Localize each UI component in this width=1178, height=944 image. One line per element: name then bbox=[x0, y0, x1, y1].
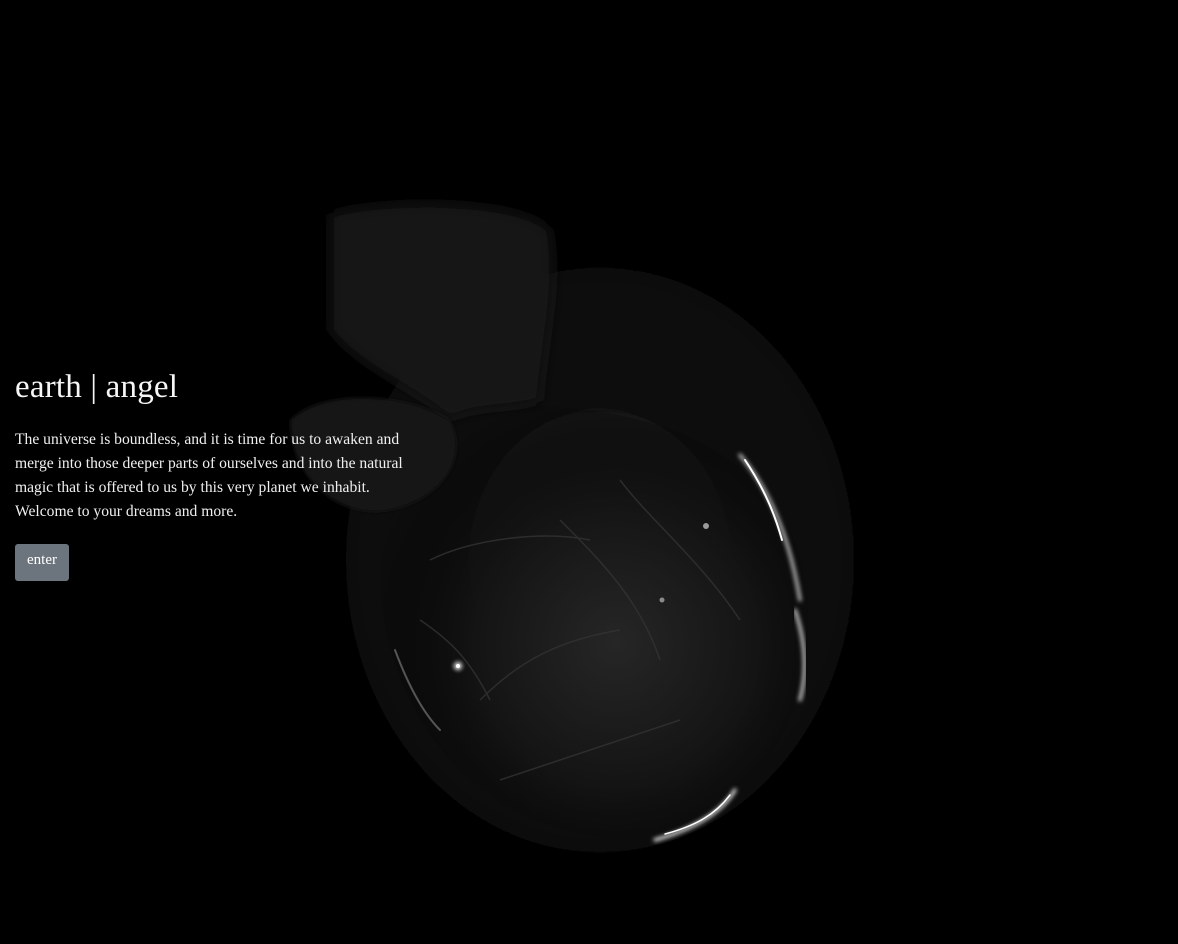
hero-section: earth | angel The universe is boundless,… bbox=[15, 366, 415, 581]
hero-description: The universe is boundless, and it is tim… bbox=[15, 431, 403, 520]
enter-button[interactable]: enter bbox=[15, 544, 69, 581]
page-title: earth | angel bbox=[15, 369, 179, 405]
landing-page: earth | angel The universe is boundless,… bbox=[0, 0, 1178, 944]
